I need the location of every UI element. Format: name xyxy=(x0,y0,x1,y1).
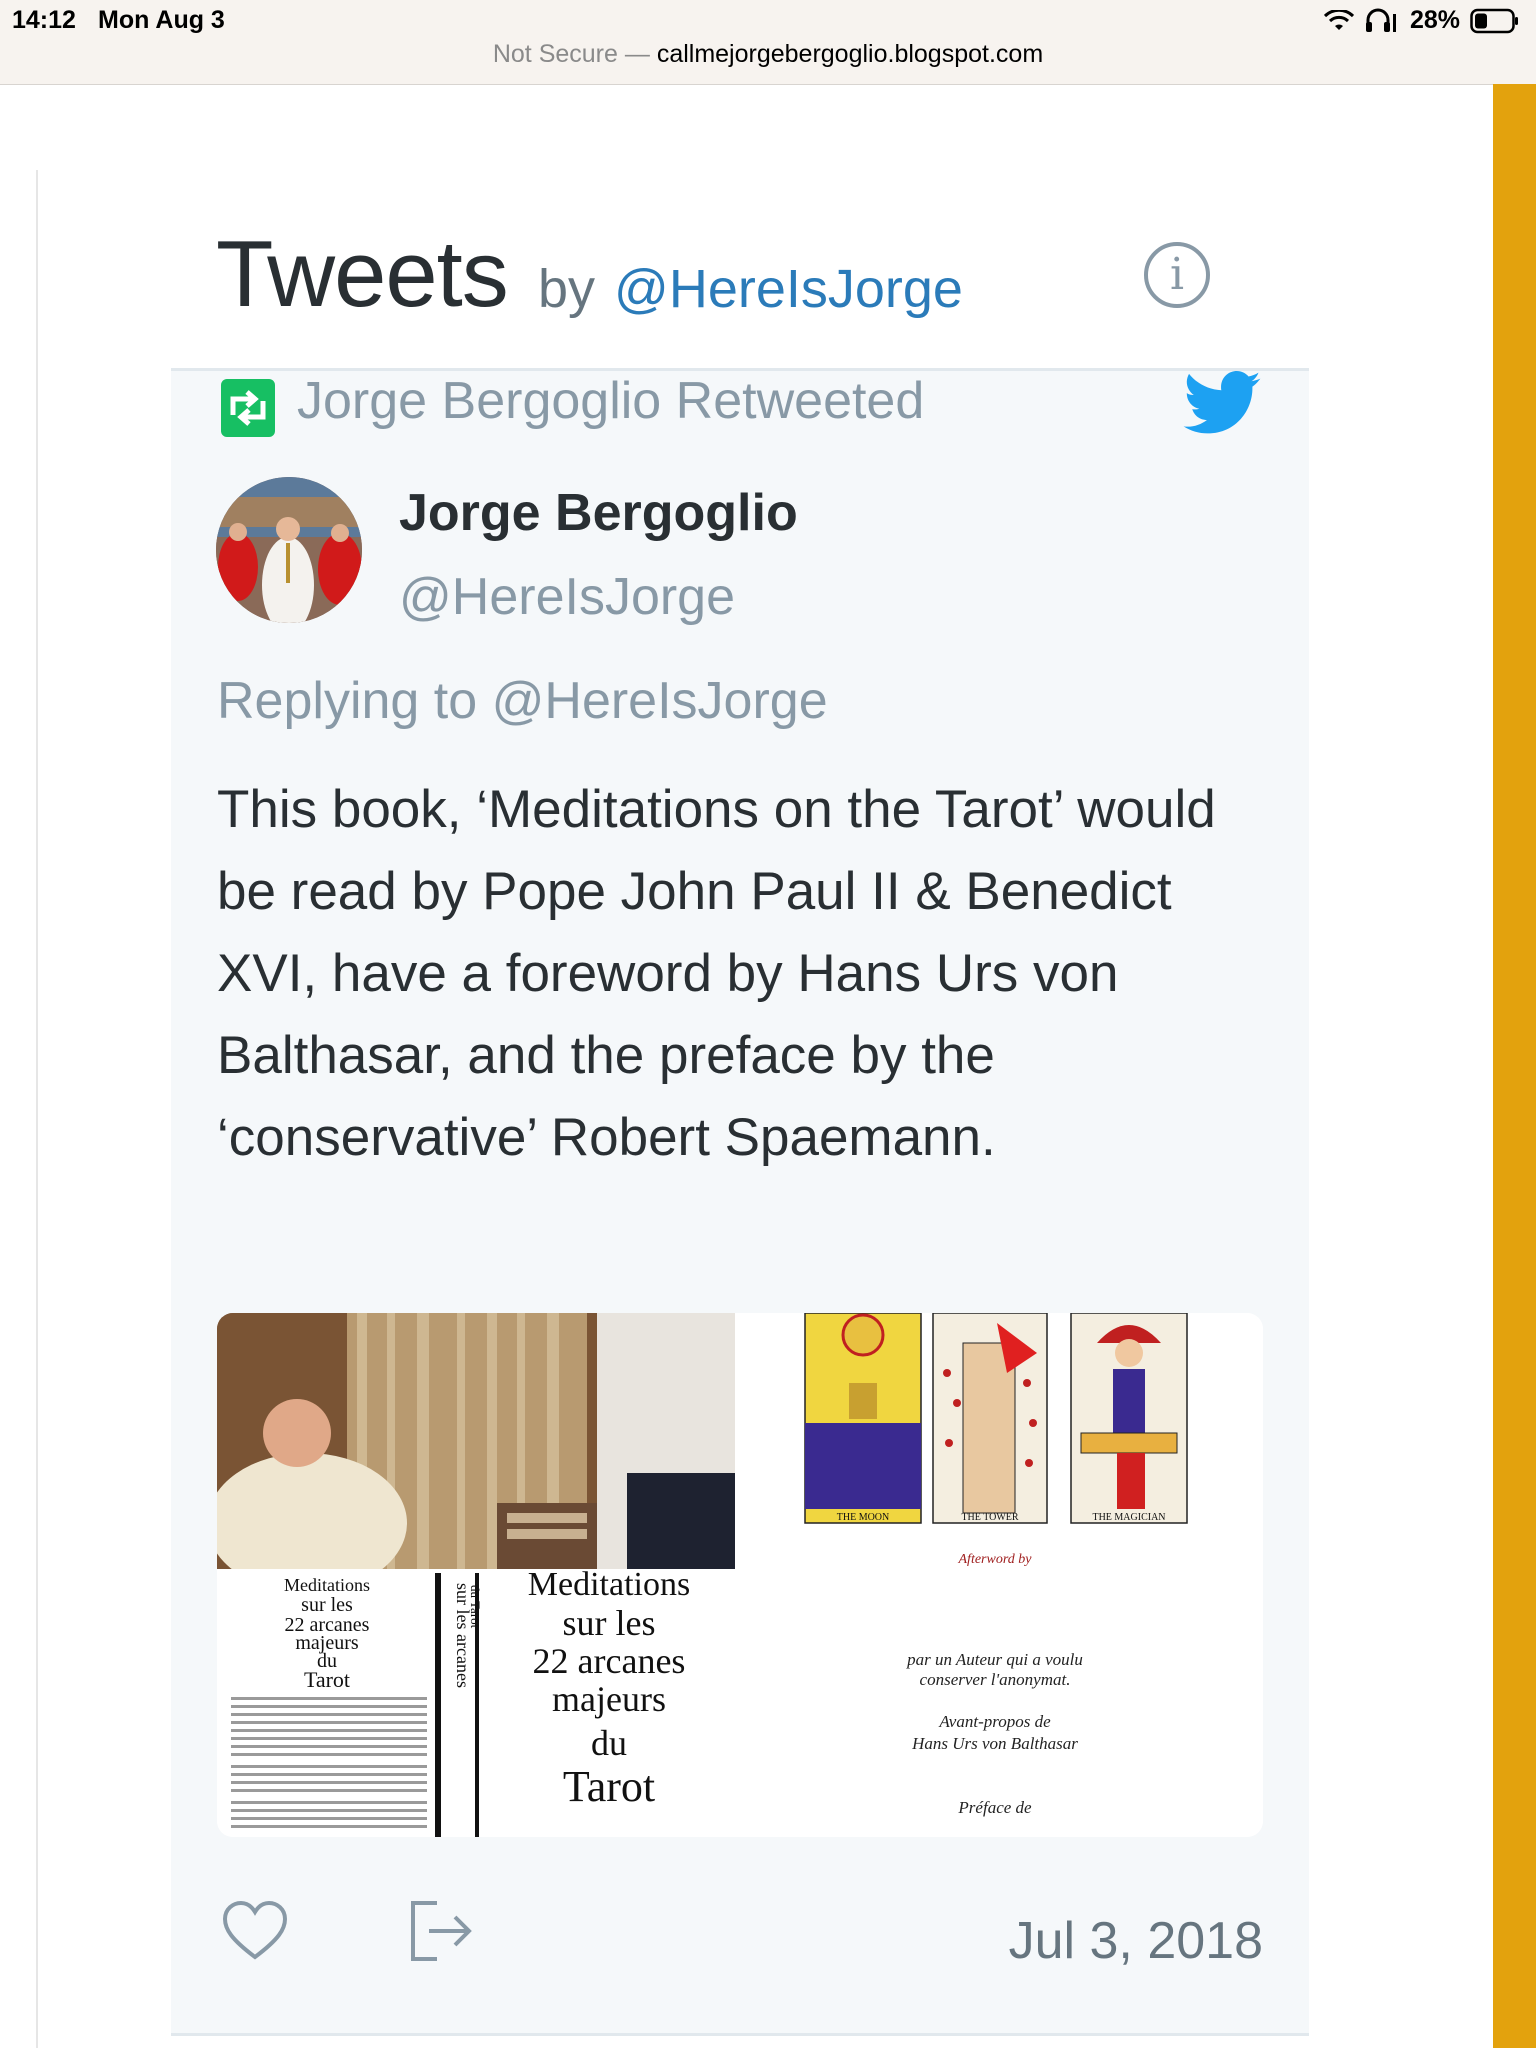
url-host: callmejorgebergoglio.blogspot.com xyxy=(656,40,1044,68)
avant-propos-label: Avant-propos de xyxy=(938,1712,1051,1731)
twitter-bird-icon[interactable] xyxy=(1183,371,1261,435)
share-icon[interactable] xyxy=(407,1899,477,1963)
small-cover-line6: Tarot xyxy=(304,1667,350,1692)
info-icon[interactable]: i xyxy=(1144,242,1210,308)
status-date: Mon Aug 3 xyxy=(98,6,225,34)
by-label: by xyxy=(538,259,596,319)
preface-label: Préface de xyxy=(957,1798,1032,1817)
content-divider xyxy=(36,170,38,2048)
large-cover-line6: Tarot xyxy=(563,1762,655,1811)
status-bar: 14:12 Mon Aug 3 28% Not Secure — callmej… xyxy=(0,0,1536,85)
address-bar[interactable]: Not Secure — callmejorgebergoglio.blogsp… xyxy=(0,40,1536,69)
tweet-text: This book, ‘Meditations on the Tarot’ wo… xyxy=(217,780,1216,1167)
security-label: Not Secure — xyxy=(492,40,650,68)
widget-title: Tweets xyxy=(216,221,509,326)
battery-icon xyxy=(1470,8,1518,33)
card-label-tower: THE TOWER xyxy=(961,1512,1018,1523)
author-name[interactable]: Jorge Bergoglio xyxy=(399,483,798,543)
card-label-magician: THE MAGICIAN xyxy=(1092,1512,1165,1523)
header-handle-link[interactable]: @HereIsJorge xyxy=(614,258,963,320)
afterword-text: Afterword by xyxy=(958,1552,1033,1567)
small-cover-line1: Meditations xyxy=(284,1575,370,1595)
small-cover-line2: sur les xyxy=(301,1594,353,1616)
battery-percent: 28% xyxy=(1409,6,1460,34)
anonymous-author-line2: conserver l'anonymat. xyxy=(920,1670,1071,1689)
wifi-icon xyxy=(1323,9,1354,30)
heart-icon[interactable] xyxy=(221,1899,289,1963)
large-cover-line5: du xyxy=(591,1723,627,1763)
status-system-icons: 28% xyxy=(1323,6,1520,35)
tweet-card[interactable]: Jorge Bergoglio Retweeted Jorge Bergogli… xyxy=(171,368,1309,2036)
avatar[interactable] xyxy=(216,477,362,623)
tweet-media-image[interactable]: Meditations sur les 22 arcanes majeurs d… xyxy=(217,1313,1263,1837)
anonymous-author-line1: par un Auteur qui a voulu xyxy=(906,1650,1083,1669)
sidebar-accent-strip xyxy=(1493,84,1536,2048)
large-cover-line4: majeurs xyxy=(552,1679,666,1719)
status-time: 14:12 xyxy=(12,6,76,34)
large-cover-line1: Meditations xyxy=(528,1566,690,1603)
balthasar-name: Hans Urs von Balthasar xyxy=(911,1734,1078,1753)
tweet-date[interactable]: Jul 3, 2018 xyxy=(1009,1911,1263,1971)
retweet-label: Jorge Bergoglio Retweeted xyxy=(297,372,925,430)
large-cover-line3: 22 arcanes xyxy=(533,1641,686,1681)
card-label-moon: THE MOON xyxy=(837,1512,890,1523)
retweet-icon xyxy=(221,379,275,437)
timeline-header: Tweets by @HereIsJorge i xyxy=(216,220,1250,330)
headphones-icon xyxy=(1365,8,1396,32)
replying-to[interactable]: Replying to @HereIsJorge xyxy=(217,671,828,731)
author-handle[interactable]: @HereIsJorge xyxy=(399,567,735,627)
large-cover-line2: sur les xyxy=(563,1603,656,1643)
